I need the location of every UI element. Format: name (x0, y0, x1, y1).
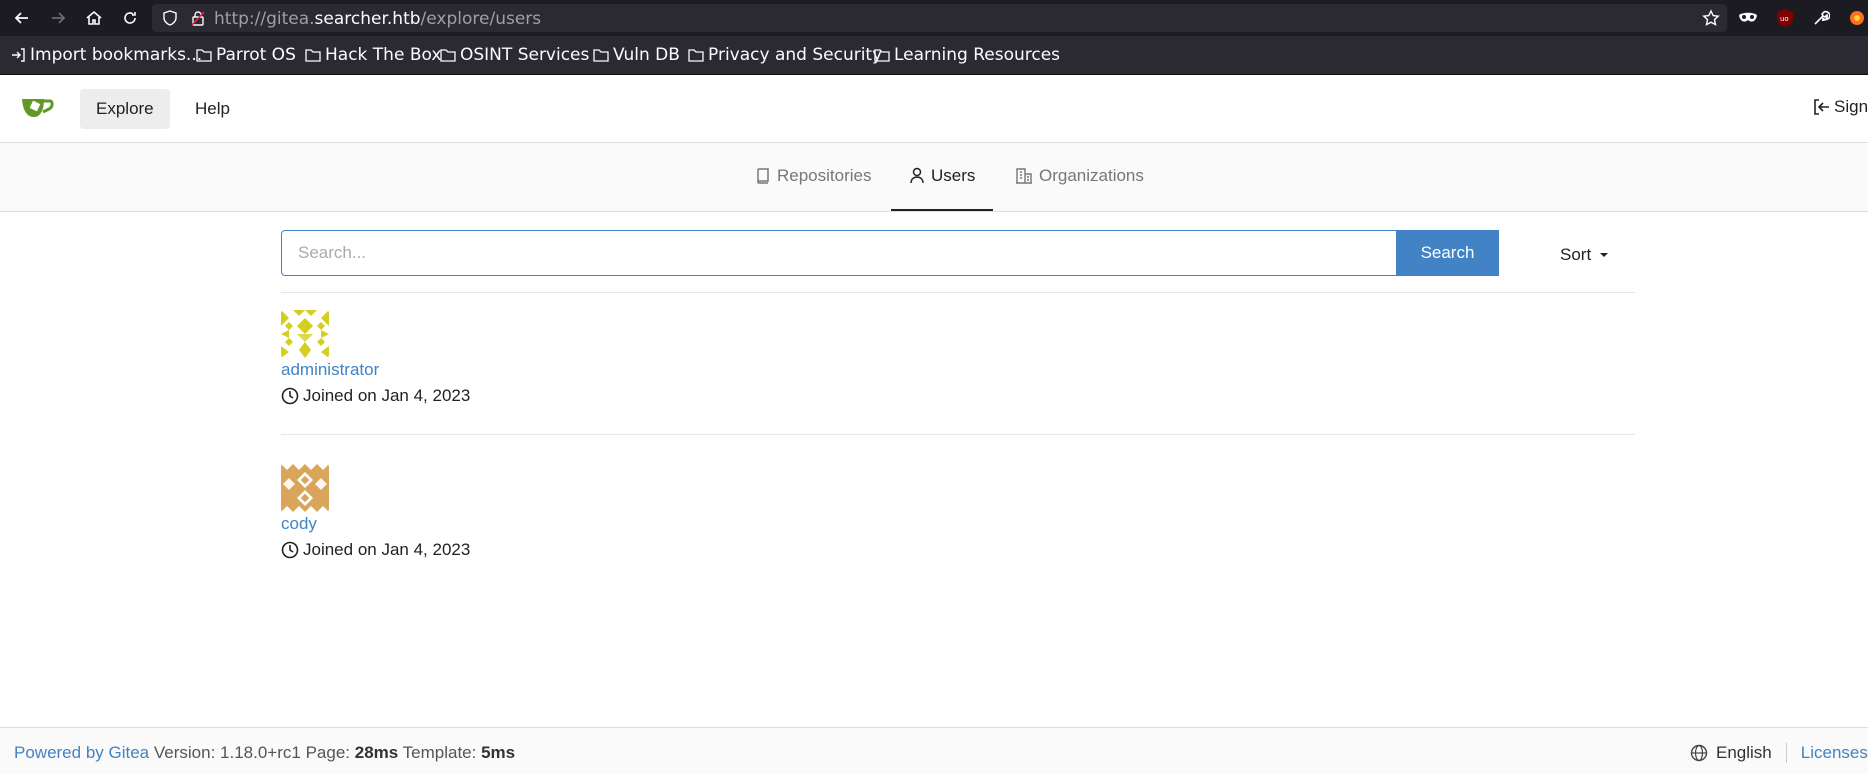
folder-icon (196, 49, 212, 62)
bookmark-folder-privacy[interactable]: Privacy and Security (688, 45, 882, 65)
joined-text: Joined on Jan 4, 2023 (303, 386, 471, 405)
reload-icon[interactable] (118, 6, 142, 30)
home-icon[interactable] (82, 6, 106, 30)
url-bar[interactable]: http://gitea.searcher.htb/explore/users (152, 4, 1727, 32)
explore-tabs: Repositories Users Organizations (0, 143, 1868, 212)
sort-label: Sort (1560, 245, 1592, 264)
search-button[interactable]: Search (1396, 230, 1499, 276)
caret-down-icon (1600, 253, 1609, 257)
page-label: Page: (305, 743, 351, 762)
bookmarks-bar: Import bookmarks... Parrot OS Hack The B… (0, 36, 1868, 75)
extension-icon[interactable] (1846, 7, 1868, 29)
user-item: administrator Joined on Jan 4, 2023 (281, 310, 881, 406)
sign-in-label: Sign (1834, 97, 1868, 116)
bookmark-label: OSINT Services (460, 45, 590, 65)
folder-icon (305, 49, 321, 62)
gitea-logo-icon[interactable] (20, 93, 58, 128)
bookmark-label: Vuln DB (613, 45, 680, 65)
bookmark-label: Hack The Box (325, 45, 442, 65)
divider (281, 434, 1635, 435)
url-text: http://gitea.searcher.htb/explore/users (214, 9, 542, 29)
wrench-icon[interactable] (1810, 7, 1832, 29)
bookmark-folder-vulndb[interactable]: Vuln DB (593, 45, 680, 65)
private-mask-icon[interactable] (1737, 7, 1759, 29)
bookmark-folder-osint[interactable]: OSINT Services (440, 45, 589, 65)
page-footer: Powered by Gitea Version: 1.18.0+rc1 Pag… (0, 727, 1868, 774)
globe-icon (1690, 744, 1708, 762)
folder-icon (593, 49, 609, 62)
footer-links: English Licenses (1690, 743, 1868, 763)
bookmark-label: Import bookmarks... (30, 45, 203, 65)
folder-icon (688, 49, 704, 62)
template-time: 5ms (481, 743, 516, 762)
gitea-navbar: Explore Help Sign (0, 75, 1868, 143)
user-name-link[interactable]: cody (281, 514, 881, 534)
tab-organizations[interactable]: Organizations (997, 143, 1162, 209)
bookmark-star-icon[interactable] (1702, 9, 1720, 32)
bookmark-import[interactable]: Import bookmarks... (10, 45, 202, 65)
user-item: cody Joined on Jan 4, 2023 (281, 464, 881, 560)
licenses-link[interactable]: Licenses (1801, 743, 1868, 763)
powered-by-link[interactable]: Powered by Gitea (14, 743, 149, 762)
repo-icon (757, 168, 769, 184)
svg-text:uo: uo (1780, 15, 1789, 23)
organization-icon (1016, 168, 1032, 184)
back-icon[interactable] (10, 6, 34, 30)
avatar[interactable] (281, 464, 329, 512)
tab-users[interactable]: Users (891, 143, 994, 211)
bookmark-folder-learning[interactable]: Learning Resources (874, 45, 1060, 65)
person-icon (910, 167, 924, 184)
nav-help[interactable]: Help (179, 89, 246, 129)
browser-toolbar: http://gitea.searcher.htb/explore/users … (0, 0, 1868, 36)
tab-repositories[interactable]: Repositories (737, 143, 890, 209)
bookmark-folder-parrot[interactable]: Parrot OS (196, 45, 296, 65)
clock-icon (281, 541, 299, 559)
insecure-lock-icon[interactable] (190, 10, 206, 31)
folder-icon (874, 49, 890, 62)
user-joined: Joined on Jan 4, 2023 (281, 540, 881, 560)
language-selector[interactable]: English (1716, 743, 1772, 763)
version-text: Version: 1.18.0+rc1 (153, 743, 301, 762)
nav-explore[interactable]: Explore (80, 89, 170, 129)
bookmark-label: Learning Resources (894, 45, 1061, 65)
sign-in-link[interactable]: Sign (1812, 97, 1868, 117)
page-time: 28ms (354, 743, 399, 762)
bookmark-label: Parrot OS (216, 45, 296, 65)
bookmark-label: Privacy and Security (708, 45, 883, 65)
user-name-link[interactable]: administrator (281, 360, 881, 380)
joined-text: Joined on Jan 4, 2023 (303, 540, 471, 559)
import-icon (12, 48, 25, 62)
tab-label: Organizations (1039, 166, 1144, 185)
ublock-icon[interactable]: uo (1774, 7, 1796, 29)
tab-label: Repositories (777, 166, 872, 185)
search-field (281, 230, 1499, 276)
divider (281, 292, 1635, 293)
footer-info: Powered by Gitea Version: 1.18.0+rc1 Pag… (14, 743, 515, 763)
user-joined: Joined on Jan 4, 2023 (281, 386, 881, 406)
separator (1785, 743, 1787, 763)
folder-icon (440, 49, 456, 62)
sign-in-icon (1814, 99, 1829, 115)
clock-icon (281, 387, 299, 405)
tab-label: Users (931, 166, 976, 185)
avatar[interactable] (281, 310, 329, 358)
forward-icon[interactable] (46, 6, 70, 30)
bookmark-folder-htb[interactable]: Hack The Box (305, 45, 441, 65)
sort-dropdown[interactable]: Sort (1560, 245, 1609, 265)
template-label: Template: (402, 743, 477, 762)
search-input[interactable] (282, 231, 1498, 275)
shield-icon[interactable] (162, 10, 178, 31)
